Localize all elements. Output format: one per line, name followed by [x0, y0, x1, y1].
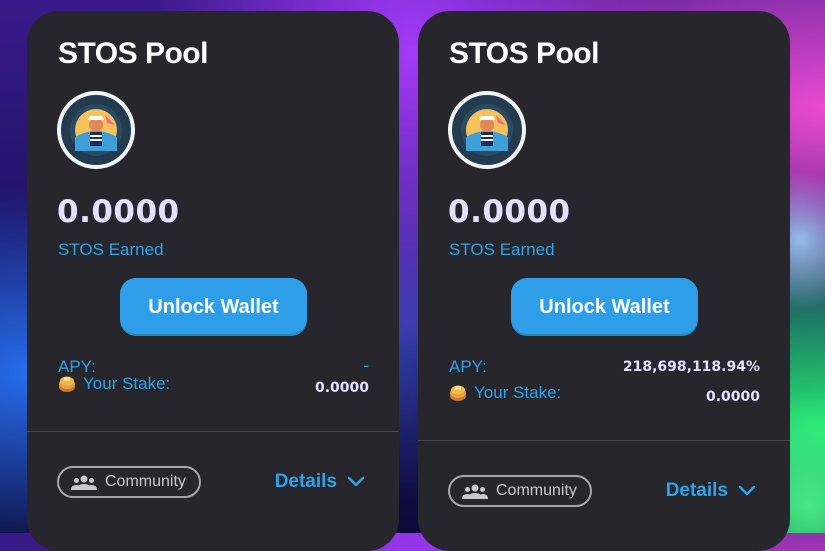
details-toggle[interactable]: Details — [666, 480, 756, 502]
community-label: Community — [496, 482, 577, 499]
pool-card-1: STOS Pool 0.0000 STOS Earned Unlock Wall… — [27, 11, 399, 551]
details-toggle[interactable]: Details — [275, 471, 365, 493]
divider — [418, 440, 790, 441]
details-label: Details — [274, 471, 337, 492]
your-stake-label: Your Stake: — [449, 383, 561, 403]
safestos-logo-icon — [448, 91, 526, 169]
people-icon — [71, 475, 97, 490]
unlock-wallet-button[interactable]: Unlock Wallet — [511, 278, 698, 336]
divider — [27, 431, 399, 432]
apy-label: APY: — [449, 357, 487, 376]
pancake-icon — [450, 385, 466, 401]
details-label: Details — [665, 480, 728, 501]
community-tag[interactable]: Community — [57, 466, 201, 498]
community-label: Community — [105, 473, 186, 490]
chevron-down-icon — [738, 485, 756, 496]
earned-label: STOS Earned — [58, 240, 164, 259]
pancake-icon — [59, 376, 75, 392]
community-tag[interactable]: Community — [448, 475, 592, 507]
your-stake-text: Your Stake: — [474, 383, 562, 402]
safestos-logo-icon — [57, 91, 135, 169]
pool-card-2: STOS Pool 0.0000 STOS Earned Unlock Wall… — [418, 11, 790, 551]
earned-amount: 0.0000 — [57, 194, 180, 230]
pool-title: STOS Pool — [449, 37, 599, 70]
earned-label: STOS Earned — [449, 240, 555, 259]
chevron-down-icon — [347, 476, 365, 487]
apy-value: - — [363, 356, 369, 375]
earned-amount: 0.0000 — [448, 194, 571, 230]
people-icon — [462, 484, 488, 499]
your-stake-value: 0.0000 — [314, 380, 369, 396]
pool-title: STOS Pool — [58, 37, 208, 70]
unlock-wallet-button[interactable]: Unlock Wallet — [120, 278, 307, 336]
your-stake-value: 0.0000 — [705, 389, 760, 405]
your-stake-label: Your Stake: — [58, 374, 170, 394]
apy-value: 218,698,118.94% — [622, 359, 760, 375]
your-stake-text: Your Stake: — [83, 374, 171, 393]
